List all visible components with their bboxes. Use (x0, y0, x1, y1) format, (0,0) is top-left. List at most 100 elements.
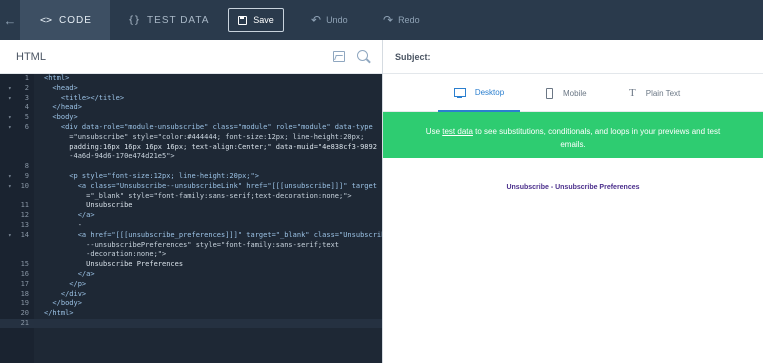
code-line[interactable]: 15 Unsubscribe Preferences (0, 260, 383, 269)
tab-code-label: CODE (59, 14, 92, 26)
code-line[interactable]: 10 ▾ <a class="Unsubscribe--unsubscribeLi… (0, 182, 383, 191)
line-number: 8 (24, 162, 29, 171)
code-icon: <> (40, 14, 53, 26)
line-number: 9 (24, 172, 29, 180)
save-button[interactable]: Save (228, 8, 284, 32)
banner-message: Use test data to see substitutions, cond… (383, 125, 763, 151)
undo-button[interactable]: ↶ Undo (311, 0, 348, 40)
unsubscribe-links[interactable]: Unsubscribe - Unsubscribe Preferences (383, 184, 763, 191)
code-text: <title></title> (44, 93, 125, 102)
code-line[interactable]: 1 <html> (0, 74, 383, 83)
code-line[interactable]: 5 ▾ <body> (0, 113, 383, 122)
fold-arrow-icon[interactable]: ▾ (8, 84, 12, 93)
code-line[interactable]: 20 </html> (0, 309, 383, 318)
code-text: <a href="[[[unsubscribe_preferences]]]" … (44, 230, 383, 239)
code-line[interactable]: 14 ▾ <a href="[[[unsubscribe_preferences]… (0, 231, 383, 240)
code-line[interactable]: 21 (0, 319, 383, 328)
fold-arrow-icon[interactable]: ▾ (8, 172, 12, 181)
code-line[interactable]: ="_blank" style="font-family:sans-serif;… (0, 192, 383, 201)
save-button-label: Save (253, 15, 274, 25)
floppy-disk-icon (238, 15, 248, 25)
line-number: 5 (24, 113, 29, 122)
line-number: 2 (24, 83, 29, 92)
tab-desktop-label: Desktop (474, 87, 505, 97)
code-line[interactable]: 4 </head> (0, 103, 383, 112)
code-text: <html> (44, 74, 70, 82)
fold-arrow-icon[interactable]: ▾ (8, 113, 12, 122)
line-number: 14 (20, 230, 29, 239)
code-text: </p> (44, 279, 87, 288)
code-line[interactable]: 11 Unsubscribe (0, 201, 383, 210)
code-line[interactable]: 6 ▾ <div data-role="module-unsubscribe" c… (0, 123, 383, 132)
image-icon[interactable] (333, 51, 345, 62)
fold-arrow-icon[interactable]: ▾ (8, 231, 12, 240)
code-text: ="_blank" style="font-family:sans-serif;… (44, 191, 352, 200)
code-text: Unsubscribe (44, 201, 133, 210)
fold-arrow-icon[interactable]: ▾ (8, 182, 12, 191)
code-line[interactable]: -decoration:none;"> (0, 250, 383, 259)
code-text: <div data-role="module-unsubscribe" clas… (44, 123, 373, 131)
line-number: 1 (24, 74, 29, 82)
test-data-banner: Use test data to see substitutions, cond… (383, 112, 763, 158)
phone-icon (546, 87, 553, 99)
test-data-link[interactable]: test data (442, 127, 473, 136)
code-editor[interactable]: 1 <html> 2 ▾ <head> 3 ▾ <title></title> 4 </he… (0, 74, 383, 363)
line-number: 15 (20, 260, 29, 269)
code-line[interactable]: padding:16px 16px 16px 16px; text-align:… (0, 143, 383, 152)
editor-title: HTML (16, 51, 46, 63)
line-number: 16 (20, 270, 29, 278)
line-number: 3 (24, 93, 29, 102)
code-text: </a> (44, 270, 95, 278)
top-toolbar: ← <> CODE {} TEST DATA Save ↶ Undo ↷ Red… (0, 0, 763, 40)
fold-arrow-icon[interactable]: ▾ (8, 123, 12, 132)
code-text: -decoration:none;"> (44, 250, 167, 259)
tab-mobile-label: Mobile (563, 88, 587, 98)
line-number: 10 (20, 181, 29, 190)
code-text: ="unsubscribe" style="color:#444444; fon… (44, 132, 365, 141)
subject-bar: Subject: (383, 40, 763, 74)
code-line[interactable]: ="unsubscribe" style="color:#444444; fon… (0, 133, 383, 142)
code-text: </a> (44, 211, 95, 220)
back-arrow-icon[interactable]: ← (0, 0, 20, 40)
line-number: 18 (20, 289, 29, 298)
tab-mobile[interactable]: Mobile (546, 74, 587, 112)
tab-code[interactable]: <> CODE (20, 0, 110, 40)
line-number: 4 (24, 103, 29, 112)
code-text: <p style="font-size:12px; line-height:20… (44, 172, 259, 180)
email-preview: Unsubscribe - Unsubscribe Preferences (383, 158, 763, 363)
code-line[interactable]: 2 ▾ <head> (0, 84, 383, 93)
code-line[interactable]: 16 </a> (0, 270, 383, 279)
fold-arrow-icon[interactable]: ▾ (8, 94, 12, 103)
text-icon: T (629, 87, 636, 99)
tab-plain-text[interactable]: T Plain Text (629, 74, 680, 112)
code-text: <a class="Unsubscribe--unsubscribeLink" … (44, 181, 377, 190)
undo-label: Undo (326, 15, 348, 25)
line-number: 20 (20, 309, 29, 318)
code-text: </head> (44, 103, 82, 112)
code-text: --unsubscribePreferences" style="font-fa… (44, 240, 340, 249)
code-line[interactable]: 19 </body> (0, 299, 383, 308)
code-text: - (44, 221, 82, 229)
code-line[interactable]: --unsubscribePreferences" style="font-fa… (0, 241, 383, 250)
braces-icon: {} (128, 14, 141, 26)
code-line[interactable]: 9 ▾ <p style="font-size:12px; line-height… (0, 172, 383, 181)
code-line[interactable]: 8 (0, 162, 383, 171)
editor-header: HTML (0, 40, 383, 74)
tab-desktop[interactable]: Desktop (438, 74, 520, 112)
code-line[interactable]: 3 ▾ <title></title> (0, 94, 383, 103)
search-icon[interactable] (357, 50, 368, 61)
line-number: 13 (20, 221, 29, 229)
code-line[interactable]: 12 </a> (0, 211, 383, 220)
code-line[interactable]: 18 </div> (0, 290, 383, 299)
code-text: </html> (44, 309, 74, 318)
code-line[interactable]: -4a6d-94d6-170e474d21e5"> (0, 152, 383, 161)
tab-test-data[interactable]: {} TEST DATA (128, 0, 209, 40)
tab-test-data-label: TEST DATA (147, 14, 210, 26)
device-tabs: Desktop Mobile T Plain Text (383, 74, 763, 112)
redo-button[interactable]: ↷ Redo (383, 0, 420, 40)
code-line[interactable]: 13 - (0, 221, 383, 230)
code-line[interactable]: 17 </p> (0, 280, 383, 289)
subject-label: Subject: (395, 52, 431, 62)
redo-label: Redo (398, 15, 420, 25)
line-number: 21 (20, 319, 29, 327)
